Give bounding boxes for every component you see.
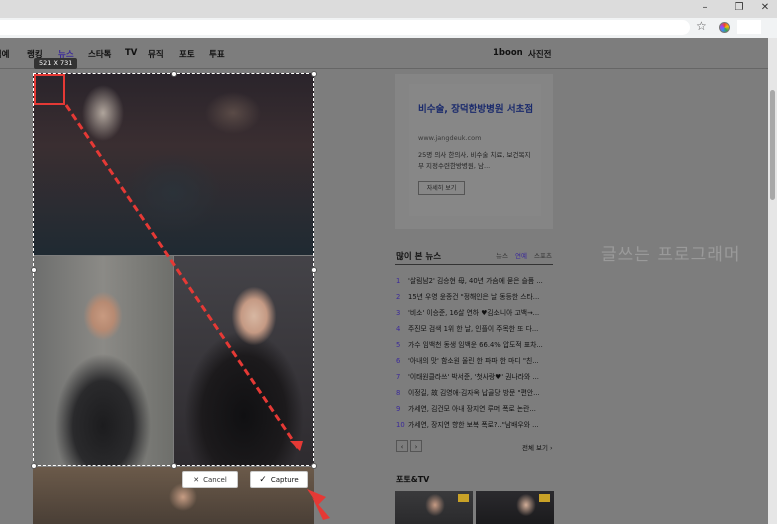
ad-description: 25명 의사 한의사, 비수술 치료, 보건복지부 지정수련한방병원, 남... [418, 151, 531, 170]
popular-divider [395, 264, 553, 265]
gallery-icon [539, 494, 550, 502]
check-icon: ✓ [259, 474, 267, 485]
view-all-link[interactable]: 전체 보기 › [522, 442, 553, 452]
list-item[interactable]: 1 '살림남2' 김승현 母, 40년 가슴에 묻은 슬픔 ... [396, 275, 556, 287]
next-page-button[interactable]: › [410, 440, 422, 452]
tab-news[interactable]: 뉴스 [496, 250, 508, 260]
list-item[interactable]: 8 이정길, 故 김영애·김자옥 납골당 방문 "편안... [396, 387, 556, 399]
list-item[interactable]: 6 '아내의 맛' 함소원 울린 한 파파 한 마디 "친... [396, 355, 556, 367]
list-item[interactable]: 7 '이태원클라쓰' 박서준, '첫사랑♥' 권나라와 ... [396, 371, 556, 383]
capture-label: Capture [270, 475, 299, 484]
gallery-icon [458, 494, 469, 502]
ad-url: www.jangdeuk.com [418, 134, 482, 142]
ad-detail-button[interactable]: 자세히 보기 [418, 181, 465, 195]
tab-sports[interactable]: 스포츠 [534, 250, 552, 260]
cancel-button[interactable]: ✕ Cancel [182, 471, 238, 488]
ad-title[interactable]: 비수술, 장덕한방병원 서초점 [418, 103, 536, 116]
list-item[interactable]: 4 주진모 검색 1위 한 날, 인플이 주목한 또 다... [396, 323, 556, 335]
list-item[interactable]: 9 가세연, 김건모 아내 장지연 루머 폭로 논란... [396, 403, 556, 415]
list-item[interactable]: 2 15년 우영 윤종건 "정해인은 날 동등한 스타... [396, 291, 556, 303]
list-item[interactable]: 10 가세연, 장지연 향한 보복 폭로?.."남배우와 ... [396, 419, 556, 431]
close-icon: ✕ [193, 475, 200, 484]
prev-page-button[interactable]: ‹ [396, 440, 408, 452]
capture-button[interactable]: ✓ Capture [250, 471, 308, 488]
popular-news-title: 많이 본 뉴스 [396, 252, 442, 262]
tab-entertainment[interactable]: 연예 [515, 250, 527, 260]
list-item[interactable]: 5 가수 임백천 동생 임백운 66.4% 압도적 표차... [396, 339, 556, 351]
watermark-text: 글쓰는 프로그래머 [601, 245, 741, 265]
photo-tv-title: 포토&TV [396, 475, 430, 484]
list-item[interactable]: 3 '비소' 이승준, 16살 연하 ♥김소니아 고백→... [396, 307, 556, 319]
cancel-label: Cancel [203, 475, 227, 484]
